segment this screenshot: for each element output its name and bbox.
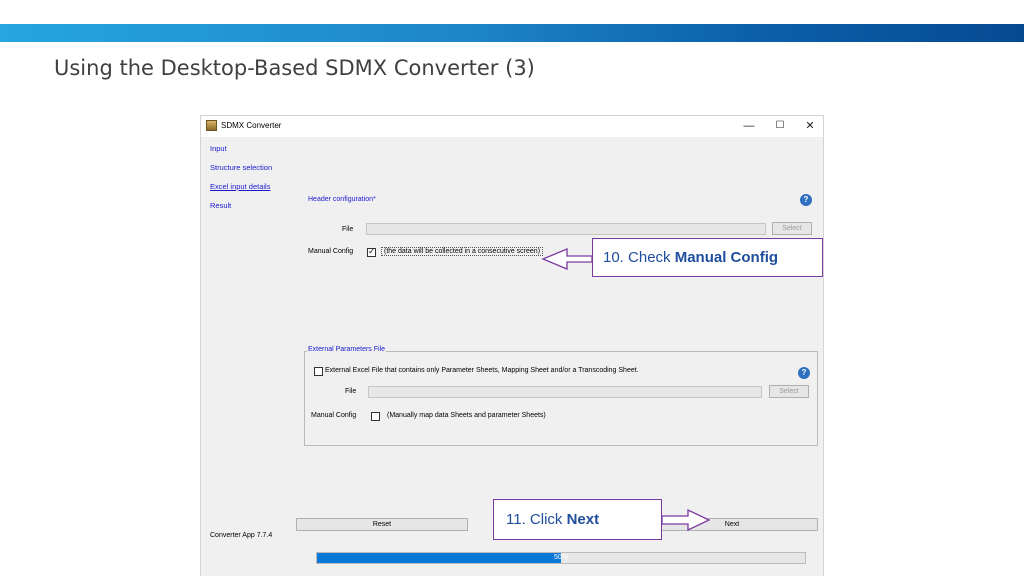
external-file-input[interactable] <box>368 386 762 398</box>
external-excel-label: External Excel File that contains only P… <box>325 367 639 374</box>
callout-check-manual-config: 10. Check Manual Config <box>592 238 823 277</box>
external-manual-config-label: Manual Config <box>311 412 357 419</box>
header-configuration-title: Header configuration* <box>308 196 376 203</box>
callout-emphasis: Next <box>566 511 600 528</box>
progress-bar: 50% <box>316 552 806 564</box>
nav-item-excel-input-details[interactable]: Excel input details <box>210 182 270 191</box>
external-parameters-group <box>304 351 818 446</box>
nav-item-structure-selection[interactable]: Structure selection <box>210 163 272 172</box>
external-file-label: File <box>345 388 357 395</box>
reset-button[interactable]: Reset <box>296 518 468 531</box>
header-band <box>0 24 1024 42</box>
help-icon[interactable]: ? <box>800 194 812 206</box>
nav-item-input[interactable]: Input <box>210 144 227 153</box>
manual-config-label: Manual Config <box>308 248 354 255</box>
manual-config-note: (the data will be collected in a consecu… <box>381 247 544 256</box>
external-select-button[interactable]: Select <box>769 385 809 398</box>
nav-item-result[interactable]: Result <box>210 201 231 210</box>
slide-title: Using the Desktop-Based SDMX Converter (… <box>54 56 535 80</box>
external-manual-config-note: (Manually map data Sheets and parameter … <box>387 412 546 419</box>
version-label: Converter App 7.7.4 <box>210 532 273 539</box>
external-excel-checkbox[interactable] <box>314 367 323 376</box>
external-manual-config-checkbox[interactable] <box>371 412 380 421</box>
close-button[interactable]: ✕ <box>800 118 820 134</box>
callout-emphasis: Manual Config <box>674 249 779 266</box>
minimize-button[interactable]: — <box>739 118 759 134</box>
header-file-input[interactable] <box>366 223 766 235</box>
header-select-button[interactable]: Select <box>772 222 812 235</box>
maximize-button[interactable]: ☐ <box>770 118 790 134</box>
callout-text: 11. Click <box>506 511 567 528</box>
callout-click-next: 11. Click Next <box>493 499 662 540</box>
window-title: SDMX Converter <box>221 121 282 130</box>
app-icon <box>206 120 217 131</box>
file-label: File <box>342 226 354 233</box>
callout-text: 10. Check <box>603 249 675 266</box>
progress-text: 50% <box>553 554 568 561</box>
external-parameters-legend: External Parameters File <box>307 346 387 353</box>
help-icon[interactable]: ? <box>798 367 810 379</box>
manual-config-checkbox[interactable] <box>367 246 376 257</box>
next-button[interactable]: Next <box>646 518 818 531</box>
title-bar: SDMX Converter — ☐ ✕ <box>201 116 823 137</box>
